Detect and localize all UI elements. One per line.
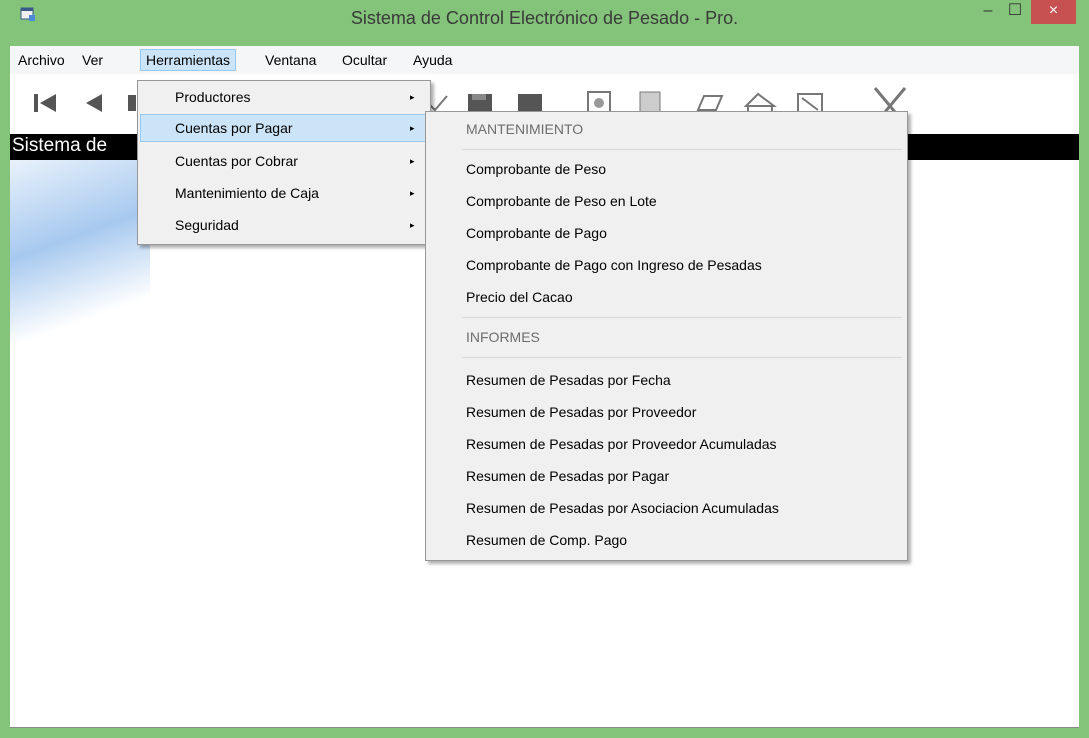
herramientas-menu: Productores ▸ Cuentas por Pagar ▸ Cuenta… bbox=[137, 80, 431, 245]
menu-item-label: Cuentas por Pagar bbox=[175, 120, 293, 136]
menu-archivo[interactable]: Archivo bbox=[13, 51, 70, 73]
menu-item-seguridad[interactable]: Seguridad ▸ bbox=[140, 211, 428, 239]
submenu-item-resumen-de-comp-pago[interactable]: Resumen de Comp. Pago bbox=[466, 525, 627, 555]
first-record-icon[interactable] bbox=[30, 86, 60, 120]
divider bbox=[462, 149, 902, 150]
submenu-item-comprobante-de-pago-con-ingreso[interactable]: Comprobante de Pago con Ingreso de Pesad… bbox=[466, 250, 762, 280]
app-window: Sistema de Control Electrónico de Pesado… bbox=[0, 0, 1089, 738]
minimize-button[interactable]: – bbox=[975, 0, 1001, 24]
chevron-right-icon: ▸ bbox=[410, 188, 415, 198]
menu-ventana[interactable]: Ventana bbox=[260, 51, 321, 73]
menu-item-mantenimiento-de-caja[interactable]: Mantenimiento de Caja ▸ bbox=[140, 179, 428, 207]
menu-herramientas[interactable]: Herramientas bbox=[140, 49, 237, 71]
menu-ayuda[interactable]: Ayuda bbox=[408, 51, 457, 73]
menu-item-cuentas-por-pagar[interactable]: Cuentas por Pagar ▸ bbox=[140, 114, 428, 142]
menu-ocultar[interactable]: Ocultar bbox=[337, 51, 392, 73]
title-bar[interactable]: Sistema de Control Electrónico de Pesado… bbox=[0, 0, 1089, 46]
cuentas-por-pagar-submenu: MANTENIMIENTO Comprobante de Peso Compro… bbox=[425, 111, 908, 561]
submenu-item-resumen-por-proveedor[interactable]: Resumen de Pesadas por Proveedor bbox=[466, 397, 696, 427]
submenu-item-comprobante-de-peso[interactable]: Comprobante de Peso bbox=[466, 154, 606, 184]
divider bbox=[462, 317, 902, 318]
divider bbox=[462, 357, 902, 358]
submenu-item-resumen-por-proveedor-acumuladas[interactable]: Resumen de Pesadas por Proveedor Acumula… bbox=[466, 429, 777, 459]
chevron-right-icon: ▸ bbox=[410, 92, 415, 102]
menu-bar: Archivo Ver Herramientas Ventana Ocultar… bbox=[10, 46, 1079, 75]
section-header-informes: INFORMES bbox=[466, 329, 540, 345]
previous-record-icon[interactable] bbox=[80, 86, 110, 120]
submenu-item-comprobante-de-pago[interactable]: Comprobante de Pago bbox=[466, 218, 607, 248]
submenu-item-resumen-por-asociacion-acumuladas[interactable]: Resumen de Pesadas por Asociacion Acumul… bbox=[466, 493, 779, 523]
chevron-right-icon: ▸ bbox=[410, 220, 415, 230]
submenu-item-comprobante-de-peso-en-lote[interactable]: Comprobante de Peso en Lote bbox=[466, 186, 657, 216]
chevron-right-icon: ▸ bbox=[410, 123, 415, 133]
submenu-item-resumen-por-fecha[interactable]: Resumen de Pesadas por Fecha bbox=[466, 365, 671, 395]
menu-item-cuentas-por-cobrar[interactable]: Cuentas por Cobrar ▸ bbox=[140, 147, 428, 175]
maximize-button[interactable]: ☐ bbox=[1001, 0, 1029, 24]
submenu-item-precio-del-cacao[interactable]: Precio del Cacao bbox=[466, 282, 573, 312]
chevron-right-icon: ▸ bbox=[410, 156, 415, 166]
menu-item-label: Seguridad bbox=[175, 217, 239, 233]
menu-item-label: Mantenimiento de Caja bbox=[175, 185, 319, 201]
menu-ver[interactable]: Ver bbox=[77, 51, 108, 73]
window-title: Sistema de Control Electrónico de Pesado… bbox=[350, 8, 739, 28]
submenu-item-resumen-por-pagar[interactable]: Resumen de Pesadas por Pagar bbox=[466, 461, 669, 491]
menu-item-label: Cuentas por Cobrar bbox=[175, 153, 298, 169]
client-area: Archivo Ver Herramientas Ventana Ocultar… bbox=[10, 46, 1079, 728]
menu-item-label: Productores bbox=[175, 89, 251, 105]
close-button[interactable]: × bbox=[1031, 0, 1076, 24]
menu-item-productores[interactable]: Productores ▸ bbox=[140, 83, 428, 111]
section-header-mantenimiento: MANTENIMIENTO bbox=[466, 121, 584, 137]
